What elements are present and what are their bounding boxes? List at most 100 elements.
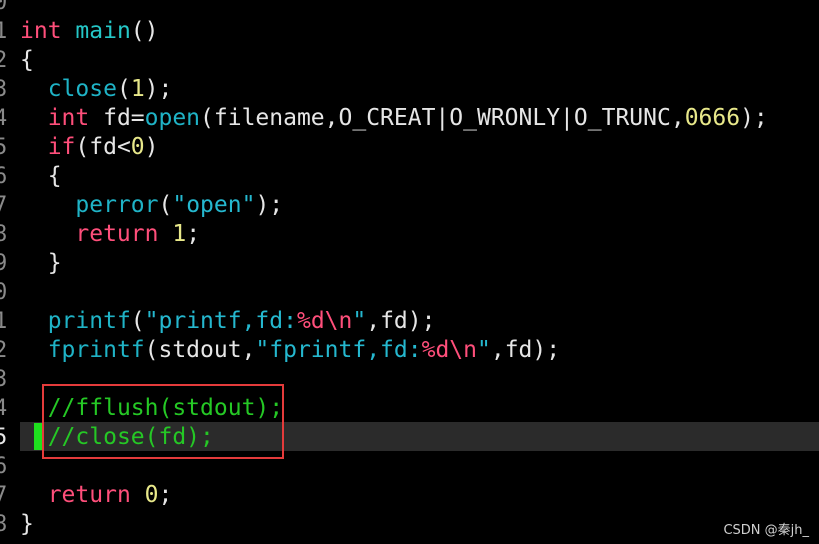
code-text: if(fd<0) xyxy=(20,133,159,162)
code-line[interactable]: 6 { xyxy=(0,162,819,191)
code-line[interactable]: 7 return 0; xyxy=(0,481,819,510)
code-token: (fd< xyxy=(75,134,131,160)
code-token: } xyxy=(20,250,62,276)
code-text: } xyxy=(20,249,62,278)
code-token: ; xyxy=(158,482,173,508)
code-text: return 1; xyxy=(20,220,200,249)
line-number: 2 xyxy=(0,48,8,73)
code-token: int xyxy=(47,105,90,131)
code-line[interactable]: 7 perror("open"); xyxy=(0,191,819,220)
code-line[interactable]: 1 printf("printf,fd:%d\n",fd); xyxy=(0,307,819,336)
code-token: 0 xyxy=(130,134,145,160)
code-token: 1 xyxy=(130,76,145,102)
line-number: 9 xyxy=(0,251,8,276)
code-token: " xyxy=(476,337,491,363)
code-line[interactable]: 2 fprintf(stdout,"fprintf,fd:%d\n",fd); xyxy=(0,336,819,365)
code-token: ( xyxy=(130,308,145,334)
line-number: 2 xyxy=(0,338,8,363)
code-line[interactable]: 5 if(fd<0) xyxy=(0,133,819,162)
line-number: 7 xyxy=(0,483,8,508)
code-text: { xyxy=(20,162,62,191)
code-token: "printf,fd: xyxy=(144,308,297,334)
code-token: main xyxy=(75,18,131,44)
code-text: { xyxy=(20,46,34,75)
code-token: ,fd); xyxy=(490,337,561,363)
line-number: 1 xyxy=(0,309,8,334)
code-token: { xyxy=(20,163,62,189)
annotation-box xyxy=(42,384,284,459)
line-number: 6 xyxy=(0,164,8,189)
line-number: 3 xyxy=(0,77,8,102)
code-line[interactable]: 9 } xyxy=(0,249,819,278)
line-number: 7 xyxy=(0,193,8,218)
text-cursor xyxy=(34,423,42,450)
code-text: perror("open"); xyxy=(20,191,283,220)
code-line[interactable]: 3 close(1); xyxy=(0,75,819,104)
line-number: 5 xyxy=(0,425,8,450)
line-number: 5 xyxy=(0,135,8,160)
code-token: ); xyxy=(255,192,284,218)
code-token: (filename,O_CREAT|O_WRONLY|O_TRUNC, xyxy=(200,105,685,131)
code-token: ); xyxy=(144,76,173,102)
code-text: int fd=open(filename,O_CREAT|O_WRONLY|O_… xyxy=(20,104,768,133)
code-line[interactable]: 2{ xyxy=(0,46,819,75)
code-token: return xyxy=(75,221,159,247)
line-number: 3 xyxy=(0,367,8,392)
code-token: ( xyxy=(158,192,173,218)
code-text: close(1); xyxy=(20,75,173,104)
code-token: if xyxy=(47,134,76,160)
code-token: fd= xyxy=(89,105,145,131)
code-token: open xyxy=(144,105,201,131)
code-token: ( xyxy=(116,76,131,102)
code-token: ) xyxy=(144,134,159,160)
code-line[interactable]: 0 xyxy=(0,0,819,17)
code-text: int main() xyxy=(20,17,159,46)
line-number: 6 xyxy=(0,454,8,479)
code-text: printf("printf,fd:%d\n",fd); xyxy=(20,307,436,336)
code-token: return xyxy=(47,482,131,508)
code-token: 1 xyxy=(172,221,187,247)
line-number: 8 xyxy=(0,222,8,247)
code-token: int xyxy=(20,18,62,44)
code-line[interactable]: 4 int fd=open(filename,O_CREAT|O_WRONLY|… xyxy=(0,104,819,133)
code-token: { xyxy=(20,47,34,73)
code-token: ; xyxy=(186,221,201,247)
code-token: ,fd); xyxy=(366,308,436,334)
line-number: 0 xyxy=(0,280,8,305)
code-token: printf xyxy=(47,308,131,334)
code-editor[interactable]: 0 1 int main() 2{3 close(1); 4 int fd=open(f… xyxy=(0,0,819,544)
code-token: ); xyxy=(740,105,768,131)
code-line[interactable]: 0 xyxy=(0,278,819,307)
code-token: close xyxy=(47,76,117,102)
line-number: 8 xyxy=(0,512,8,537)
code-token: fprintf xyxy=(47,337,145,363)
line-number: 1 xyxy=(0,19,8,44)
code-token: () xyxy=(130,18,159,44)
code-text: fprintf(stdout,"fprintf,fd:%d\n",fd); xyxy=(20,336,560,365)
code-token: 0 xyxy=(144,482,159,508)
code-line[interactable]: 8} xyxy=(0,510,819,539)
code-line[interactable]: 1 int main() xyxy=(0,17,819,46)
code-token: " xyxy=(352,308,367,334)
line-number: 4 xyxy=(0,396,8,421)
code-token: (stdout, xyxy=(144,337,256,363)
code-token: "open" xyxy=(172,192,256,218)
code-token: %d\n xyxy=(421,337,477,363)
code-text: } xyxy=(20,510,34,539)
code-token: perror xyxy=(75,192,159,218)
code-line[interactable]: 8 return 1; xyxy=(0,220,819,249)
line-number: 4 xyxy=(0,106,8,131)
code-token: } xyxy=(20,511,34,537)
line-number: 0 xyxy=(0,0,8,15)
code-token: %d\n xyxy=(296,308,353,334)
